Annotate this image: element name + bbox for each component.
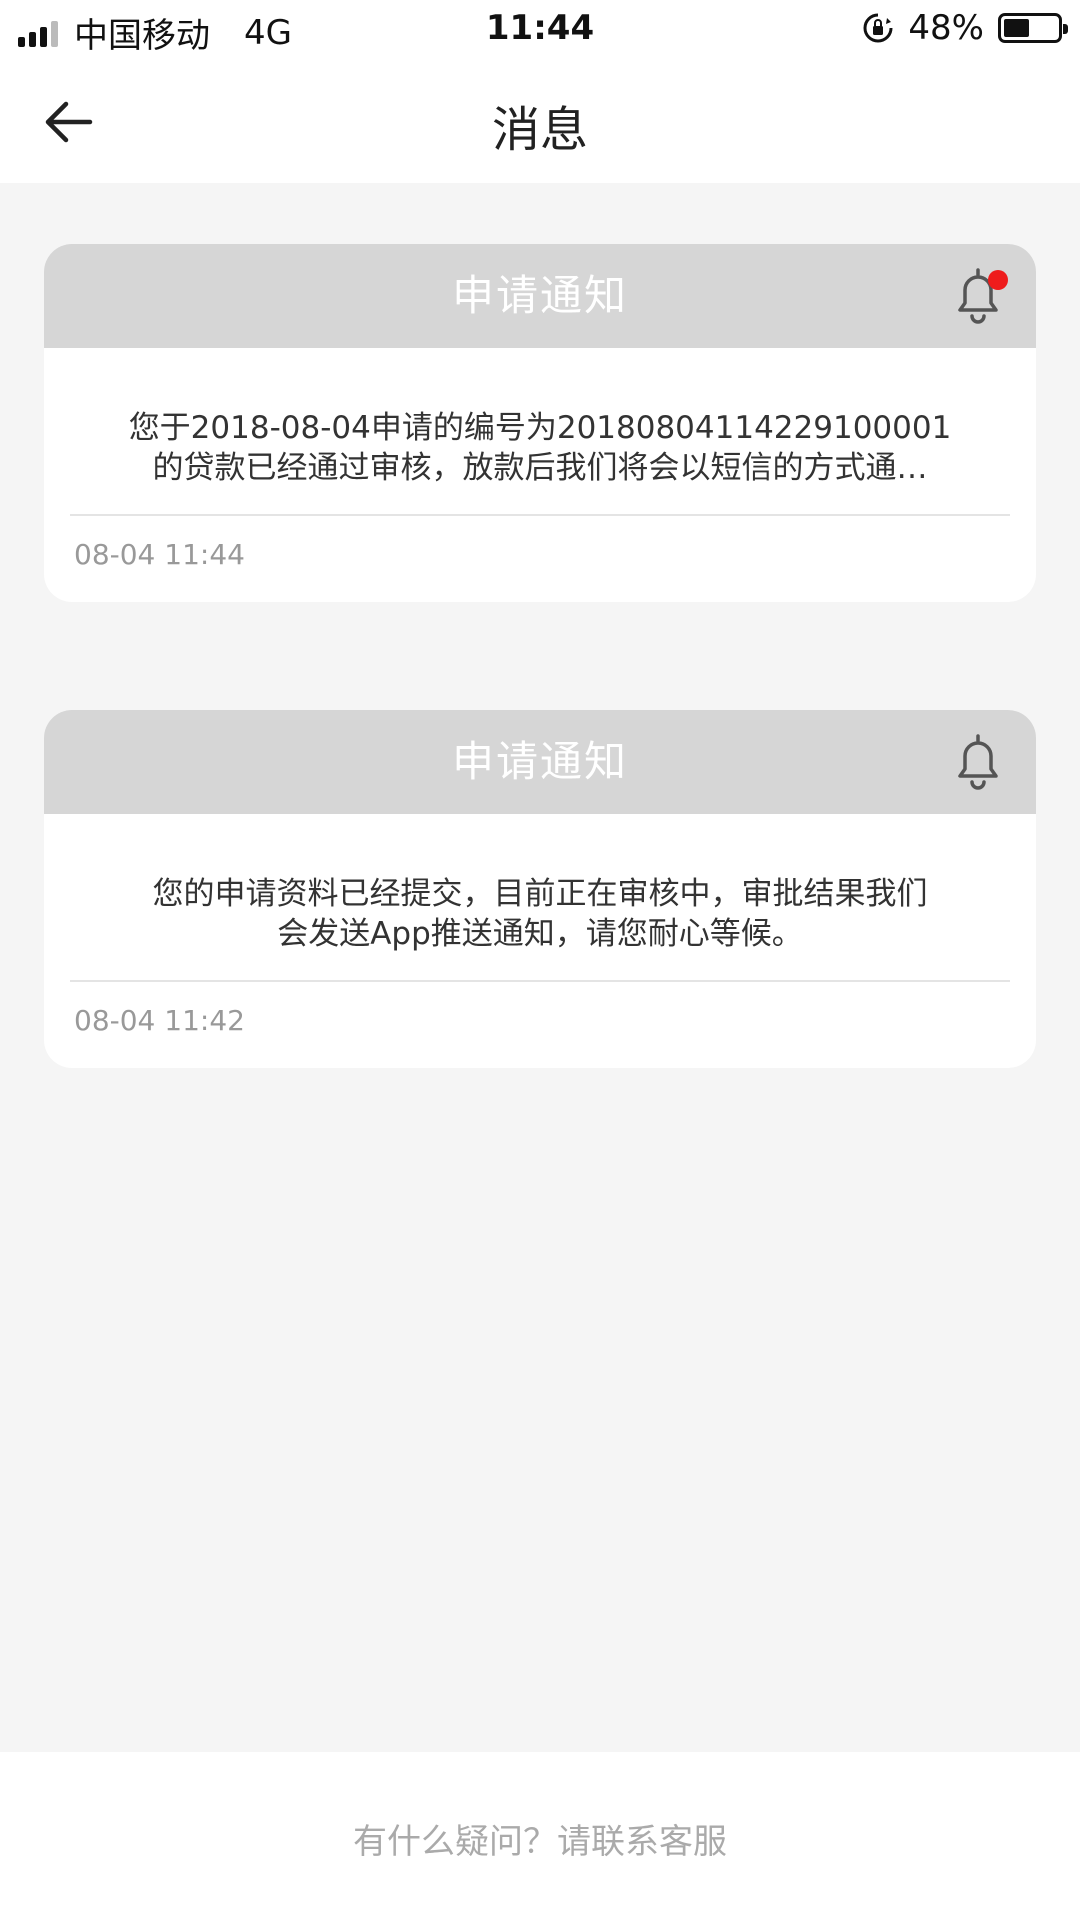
card-timestamp: 08-04 11:44 [74,538,245,571]
status-right: 48% [862,8,1068,48]
status-bar: 中国移动 4G 11:44 48% [0,0,1080,60]
status-left: 中国移动 4G [18,8,292,57]
carrier-label: 中国移动 [74,16,210,56]
notification-card[interactable]: 申请通知 您的申请资料已经提交，目前正在审核中，审批结果我们 会发送App推送通… [44,710,1036,1068]
message-line: 您的申请资料已经提交，目前正在审核中，审批结果我们 [152,876,928,912]
nav-bar: 消息 [0,60,1080,183]
bell-icon [958,734,998,790]
battery-fill [1004,19,1029,37]
notification-card[interactable]: 申请通知 您于2018-08-04申请的编号为20180804114229100… [44,244,1036,602]
page-title: 消息 [491,102,588,158]
card-message: 您于2018-08-04申请的编号为20180804114229100001 的… [44,348,1036,514]
card-timestamp: 08-04 11:42 [74,1004,245,1037]
rotation-lock-icon [863,13,893,43]
contact-support-link[interactable]: 有什么疑问？请联系客服 [0,1814,1080,1863]
message-line: 您于2018-08-04申请的编号为20180804114229100001 [128,410,952,446]
card-title: 申请通知 [451,737,628,786]
card-title: 申请通知 [451,271,628,320]
footer: 有什么疑问？请联系客服 [0,1752,1080,1921]
signal-icon [18,19,58,47]
card-message: 您的申请资料已经提交，目前正在审核中，审批结果我们 会发送App推送通知，请您耐… [44,814,1036,980]
message-line: 会发送App推送通知，请您耐心等候。 [277,916,803,952]
network-type: 4G [244,12,292,53]
message-line: 的贷款已经通过审核，放款后我们将会以短信的方式通… [152,450,928,486]
battery-percent: 48% [908,8,984,48]
card-header: 申请通知 [44,244,1036,348]
battery-icon [998,13,1068,43]
unread-dot [988,270,1008,290]
card-header: 申请通知 [44,710,1036,814]
